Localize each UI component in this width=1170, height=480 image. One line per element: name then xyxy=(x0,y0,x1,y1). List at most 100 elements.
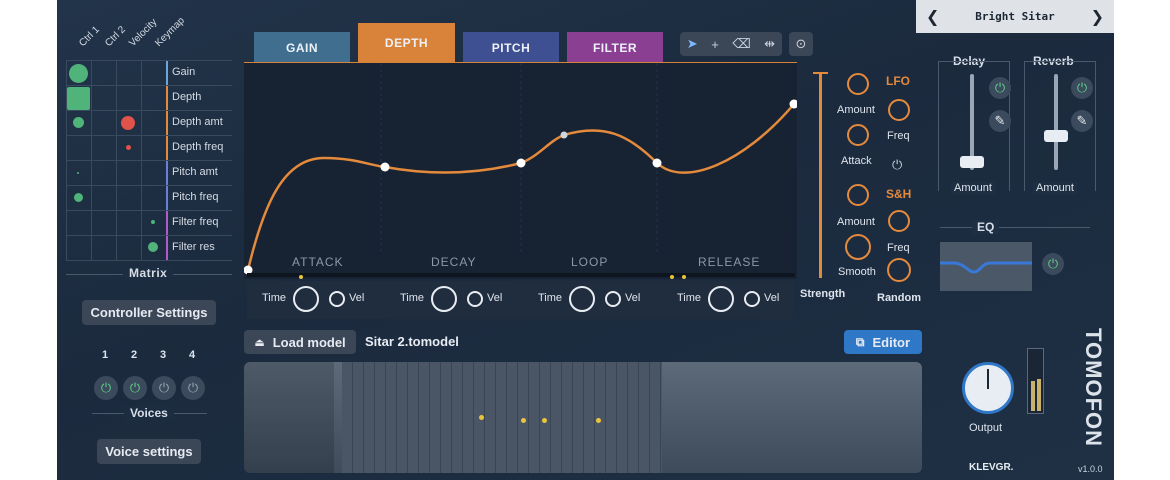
tab-depth[interactable]: DEPTH xyxy=(358,23,455,63)
output-knob[interactable] xyxy=(962,362,1014,414)
output-label: Output xyxy=(969,422,1003,434)
matrix-column-headers: Ctrl 1 Ctrl 2 Velocity Keymap xyxy=(69,0,229,60)
load-model-button[interactable]: ⏏ Load model xyxy=(244,330,356,354)
matrix-row-depth-amt: Depth amt xyxy=(172,116,223,128)
strength-slider-handle[interactable] xyxy=(813,72,828,74)
reverb-slider-thumb[interactable] xyxy=(1044,130,1068,142)
note-dot-3 xyxy=(542,418,547,423)
tab-pitch[interactable]: PITCH xyxy=(463,32,559,63)
keyboard-visualizer[interactable] xyxy=(244,362,922,473)
matrix-cell-depthfreq-velocity[interactable] xyxy=(126,145,131,150)
klevgr-logo: KLEVGR. xyxy=(969,462,1014,473)
delay-amount-label: Amount xyxy=(951,182,995,194)
voice-1-power-icon[interactable]: ⏻ xyxy=(94,376,118,400)
plus-icon[interactable]: + xyxy=(711,37,719,52)
lfo-freq-knob[interactable] xyxy=(888,99,910,121)
reverb-edit-icon[interactable]: ✎ xyxy=(1071,110,1093,132)
envelope-node-control xyxy=(560,131,568,139)
split-icon[interactable]: ⇹ xyxy=(764,36,775,52)
erase-icon[interactable]: ⌫ xyxy=(732,36,750,52)
decay-time-knob[interactable] xyxy=(431,286,457,312)
matrix-cell-depth-ctrl1[interactable] xyxy=(67,87,90,110)
voices-title: Voices xyxy=(124,406,174,420)
lfo-amount-label: Amount xyxy=(837,104,875,116)
voice-settings-button[interactable]: Voice settings xyxy=(97,439,201,464)
voice-number-1: 1 xyxy=(102,349,109,361)
release-time-label: Time xyxy=(677,292,702,304)
decay-vel-knob[interactable] xyxy=(467,291,483,307)
voice-3-power-icon[interactable]: ⏻ xyxy=(152,376,176,400)
release-marker xyxy=(670,275,674,279)
envelope-timeline xyxy=(247,273,795,277)
voice-2-power-icon[interactable]: ⏻ xyxy=(123,376,147,400)
lfo-title: LFO xyxy=(886,74,910,88)
matrix-col-ctrl1: Ctrl 1 xyxy=(77,24,102,49)
tab-filter[interactable]: FILTER xyxy=(567,32,663,63)
eq-display[interactable] xyxy=(940,242,1032,291)
loop-time-knob[interactable] xyxy=(569,286,595,312)
lfo-freq-label: Freq xyxy=(887,130,910,142)
chevron-left-icon[interactable]: ❮ xyxy=(926,7,939,27)
editor-button[interactable]: ⧉ Editor xyxy=(844,330,922,354)
edit-toolbar: ➤ + ⌫ ⇹ xyxy=(680,32,782,56)
preset-selector[interactable]: ❮ Bright Sitar ❯ xyxy=(916,0,1114,33)
tab-gain[interactable]: GAIN xyxy=(254,32,350,63)
voice-number-2: 2 xyxy=(131,349,138,361)
snap-icon[interactable]: ⊙ xyxy=(789,32,813,56)
note-dot-1 xyxy=(479,415,484,420)
delay-slider-thumb[interactable] xyxy=(960,156,984,168)
decay-time-label: Time xyxy=(400,292,425,304)
lfo-sh-power-icon[interactable]: ⏻ xyxy=(892,157,902,173)
attack-vel-knob[interactable] xyxy=(329,291,345,307)
voice-4-power-icon[interactable]: ⏻ xyxy=(181,376,205,400)
envelope-curve[interactable] xyxy=(243,63,799,279)
segment-loop-label: LOOP xyxy=(571,255,609,269)
release-vel-label: Vel xyxy=(764,292,780,304)
visualizer-shade-left xyxy=(244,362,334,473)
sh-smooth-knob[interactable] xyxy=(845,234,871,260)
sh-random-knob[interactable] xyxy=(887,258,911,282)
segment-release-label: RELEASE xyxy=(698,255,761,269)
segment-decay-label: DECAY xyxy=(431,255,477,269)
matrix-cell-pitchamt-ctrl1[interactable] xyxy=(77,172,79,174)
load-model-label: Load model xyxy=(272,334,346,350)
matrix-cell-depthamt-ctrl1[interactable] xyxy=(73,117,84,128)
envelope-editor[interactable] xyxy=(243,63,799,279)
release-time-knob[interactable] xyxy=(708,286,734,312)
matrix-row-filter-freq: Filter freq xyxy=(172,216,219,228)
lfo-attack-knob[interactable] xyxy=(847,124,869,146)
matrix-row-depth-freq: Depth freq xyxy=(172,141,224,153)
preset-name: Bright Sitar xyxy=(975,10,1055,23)
matrix-row-filter-res: Filter res xyxy=(172,241,215,253)
controller-settings-button[interactable]: Controller Settings xyxy=(82,300,216,325)
model-file-name: Sitar 2.tomodel xyxy=(365,334,459,349)
matrix-cell-filterres-keymap[interactable] xyxy=(148,242,158,252)
sh-freq-knob[interactable] xyxy=(888,210,910,232)
release-vel-knob[interactable] xyxy=(744,291,760,307)
note-dot-4 xyxy=(596,418,601,423)
delay-power-icon[interactable]: ⏻ xyxy=(989,77,1011,99)
active-key-range xyxy=(342,362,662,473)
matrix-cell-gain-ctrl1[interactable] xyxy=(69,64,88,83)
chevron-right-icon[interactable]: ❯ xyxy=(1091,7,1104,27)
voice-number-3: 3 xyxy=(160,349,167,361)
strength-slider[interactable] xyxy=(819,72,822,278)
attack-time-knob[interactable] xyxy=(293,286,319,312)
output-meter-left xyxy=(1031,381,1035,411)
loop-vel-knob[interactable] xyxy=(605,291,621,307)
matrix-col-keymap: Keymap xyxy=(153,15,187,49)
eq-power-icon[interactable]: ⏻ xyxy=(1042,253,1064,275)
matrix-title: Matrix xyxy=(123,266,174,280)
matrix-cell-pitchfreq-ctrl1[interactable] xyxy=(74,193,83,202)
delay-edit-icon[interactable]: ✎ xyxy=(989,110,1011,132)
attack-time-label: Time xyxy=(262,292,287,304)
plugin-window: Ctrl 1 Ctrl 2 Velocity Keymap Gain Depth… xyxy=(57,0,1114,480)
release-marker-2 xyxy=(682,275,686,279)
sh-amount-knob[interactable] xyxy=(847,184,869,206)
reverb-power-icon[interactable]: ⏻ xyxy=(1071,77,1093,99)
matrix-cell-depthamt-velocity[interactable] xyxy=(121,116,135,130)
lfo-amount-knob[interactable] xyxy=(847,73,869,95)
reverb-slider-track[interactable] xyxy=(1054,74,1058,170)
cursor-icon[interactable]: ➤ xyxy=(687,36,698,52)
matrix-cell-filterfreq-keymap[interactable] xyxy=(151,220,155,224)
